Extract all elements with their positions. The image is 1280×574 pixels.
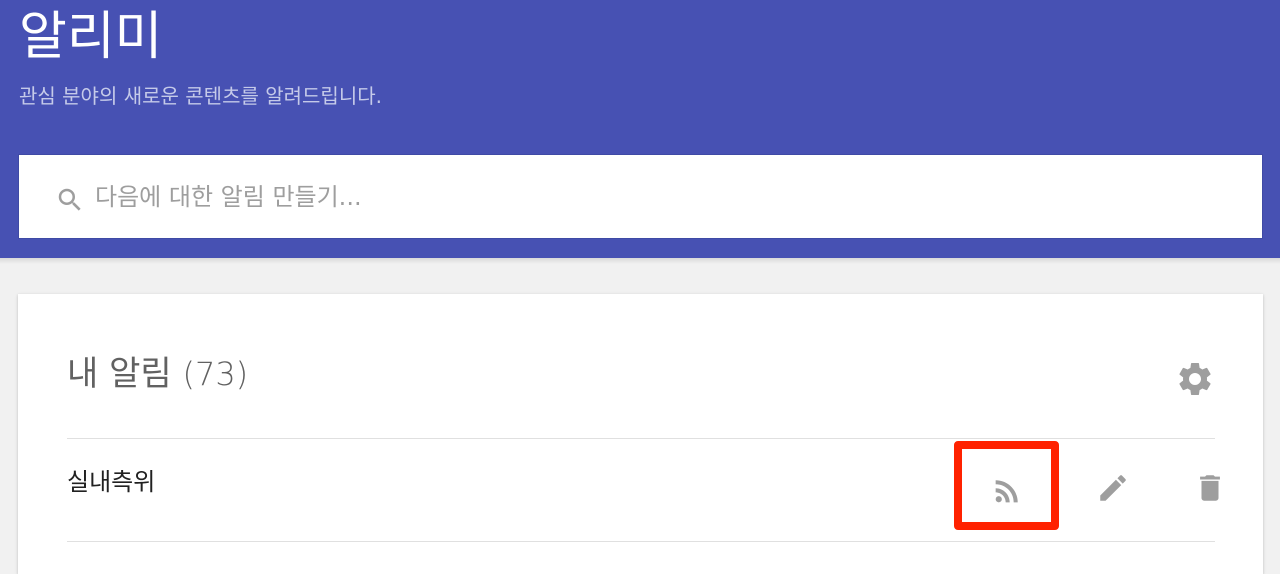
- search-input[interactable]: [95, 155, 1245, 238]
- my-alerts-heading: 내 알림: [67, 354, 172, 394]
- edit-button[interactable]: [1088, 463, 1138, 513]
- header-bar: 알리미 관심 분야의 새로운 콘텐츠를 알려드립니다.: [0, 0, 1280, 258]
- page-title: 알리미: [19, 7, 163, 67]
- search-box[interactable]: [18, 154, 1263, 239]
- rss-button[interactable]: [982, 466, 1032, 516]
- header-shadow: [0, 258, 1280, 264]
- divider: [67, 541, 1215, 542]
- search-icon: [58, 188, 81, 211]
- page-subtitle: 관심 분야의 새로운 콘텐츠를 알려드립니다.: [19, 84, 382, 108]
- gear-icon[interactable]: [1175, 359, 1215, 399]
- list-item: 실내측위: [67, 439, 1220, 541]
- my-alerts-card: 내 알림 (73) 실내측위: [18, 294, 1263, 574]
- delete-button[interactable]: [1185, 463, 1235, 513]
- alert-name[interactable]: 실내측위: [67, 465, 155, 499]
- trash-icon: [1200, 475, 1220, 501]
- alert-count: (73): [182, 355, 249, 393]
- section-title: 내 알림 (73): [67, 350, 248, 398]
- rss-icon: [995, 480, 1018, 503]
- pencil-icon: [1100, 475, 1126, 501]
